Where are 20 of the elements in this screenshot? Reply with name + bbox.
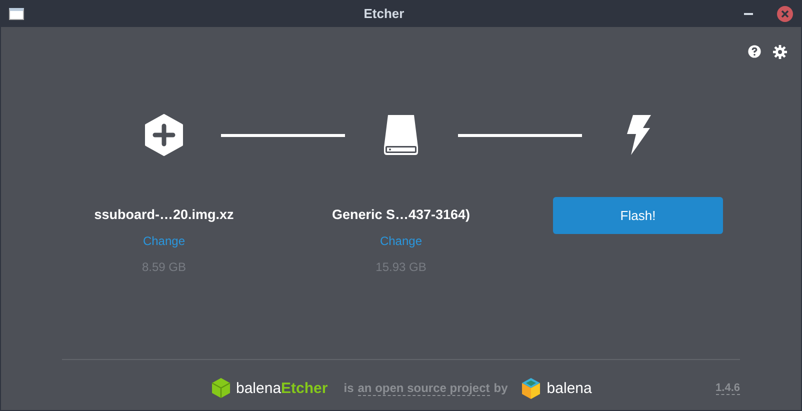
drive-icon xyxy=(381,114,421,156)
minimize-button[interactable] xyxy=(744,12,753,14)
change-link[interactable]: Change xyxy=(142,234,186,248)
image-name: ssuboard-…20.img.xz xyxy=(94,207,234,222)
close-button[interactable] xyxy=(777,6,793,22)
help-icon[interactable] xyxy=(748,45,761,58)
window-icon xyxy=(9,8,24,20)
logo-text: balenaEtcher xyxy=(236,380,328,396)
add-icon xyxy=(144,114,184,156)
settings-icon[interactable] xyxy=(773,45,787,59)
close-icon xyxy=(781,10,789,18)
cube-logo-icon xyxy=(210,377,232,399)
credit-text: is an open source project by xyxy=(344,381,508,395)
cube-logo-icon xyxy=(520,376,542,400)
drive-name: Generic S…437-3164) xyxy=(332,207,470,222)
company-logo-text: balena xyxy=(546,380,592,396)
version-link[interactable]: 1.4.6 xyxy=(716,382,740,394)
window-title: Etcher xyxy=(362,6,406,21)
flash-button[interactable]: Flash! xyxy=(553,197,723,234)
change-link[interactable]: Change xyxy=(380,234,422,248)
